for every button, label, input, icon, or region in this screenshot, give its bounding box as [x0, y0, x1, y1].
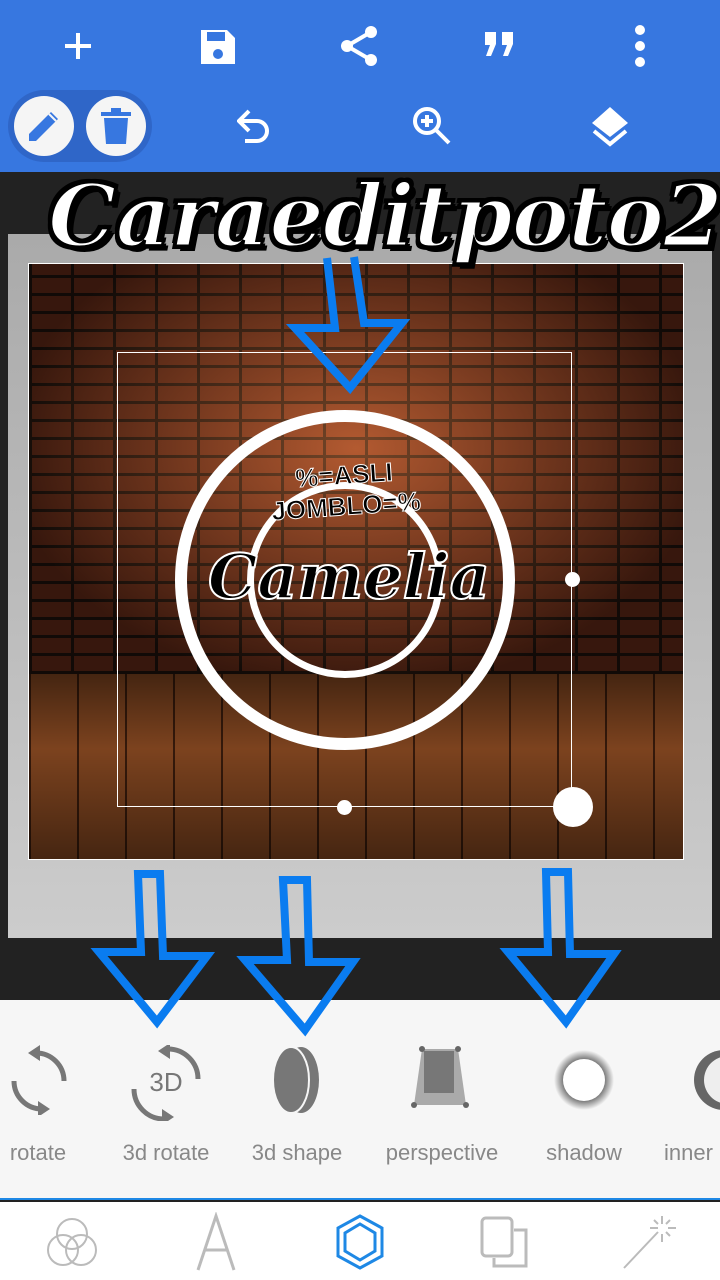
delete-icon	[101, 108, 131, 144]
effects-toolbar: rotate 3D 3d rotate 3d shape perspective…	[0, 1000, 720, 1200]
tool-perspective[interactable]: perspective	[374, 1000, 510, 1190]
effects-wand-icon[interactable]	[618, 1212, 678, 1272]
perspective-icon	[411, 1046, 469, 1108]
svg-text:3D: 3D	[149, 1067, 182, 1097]
more-vert-icon[interactable]	[625, 24, 655, 68]
shadow-icon	[554, 1050, 614, 1110]
tool-3d-rotate[interactable]: 3D 3d rotate	[106, 1000, 226, 1190]
selection-box[interactable]	[117, 352, 572, 807]
inner-shadow-icon	[694, 1050, 720, 1110]
shape-icon[interactable]	[330, 1212, 390, 1272]
scale-handle-corner[interactable]	[553, 787, 593, 827]
layers-icon[interactable]	[588, 104, 632, 148]
text-icon[interactable]	[186, 1212, 246, 1272]
share-icon[interactable]	[338, 24, 380, 68]
top-toolbar	[0, 0, 720, 172]
undo-icon[interactable]	[234, 106, 274, 146]
add-icon[interactable]	[58, 26, 98, 66]
edit-icon	[29, 112, 58, 141]
zoom-in-icon[interactable]	[410, 104, 454, 148]
tool-3d-shape[interactable]: 3d shape	[240, 1000, 354, 1190]
bottom-nav	[0, 1202, 720, 1280]
duplicate-icon[interactable]	[474, 1212, 534, 1272]
delete-button[interactable]	[86, 96, 146, 156]
3d-shape-icon	[272, 1046, 319, 1114]
resize-handle-bottom[interactable]	[337, 800, 352, 815]
resize-handle-right[interactable]	[565, 572, 580, 587]
tool-inner[interactable]: inner	[656, 1000, 720, 1190]
overlay-title-text: Caraeditpoto2	[47, 165, 720, 269]
3d-rotate-icon: 3D	[131, 1045, 201, 1121]
blend-icon[interactable]	[42, 1212, 102, 1272]
tool-shadow[interactable]: shadow	[528, 1000, 640, 1190]
quote-icon[interactable]	[480, 30, 520, 62]
tool-rotate[interactable]: rotate	[0, 1000, 76, 1190]
rotate-icon	[11, 1045, 67, 1115]
save-icon[interactable]	[198, 26, 238, 68]
edit-button[interactable]	[14, 96, 74, 156]
